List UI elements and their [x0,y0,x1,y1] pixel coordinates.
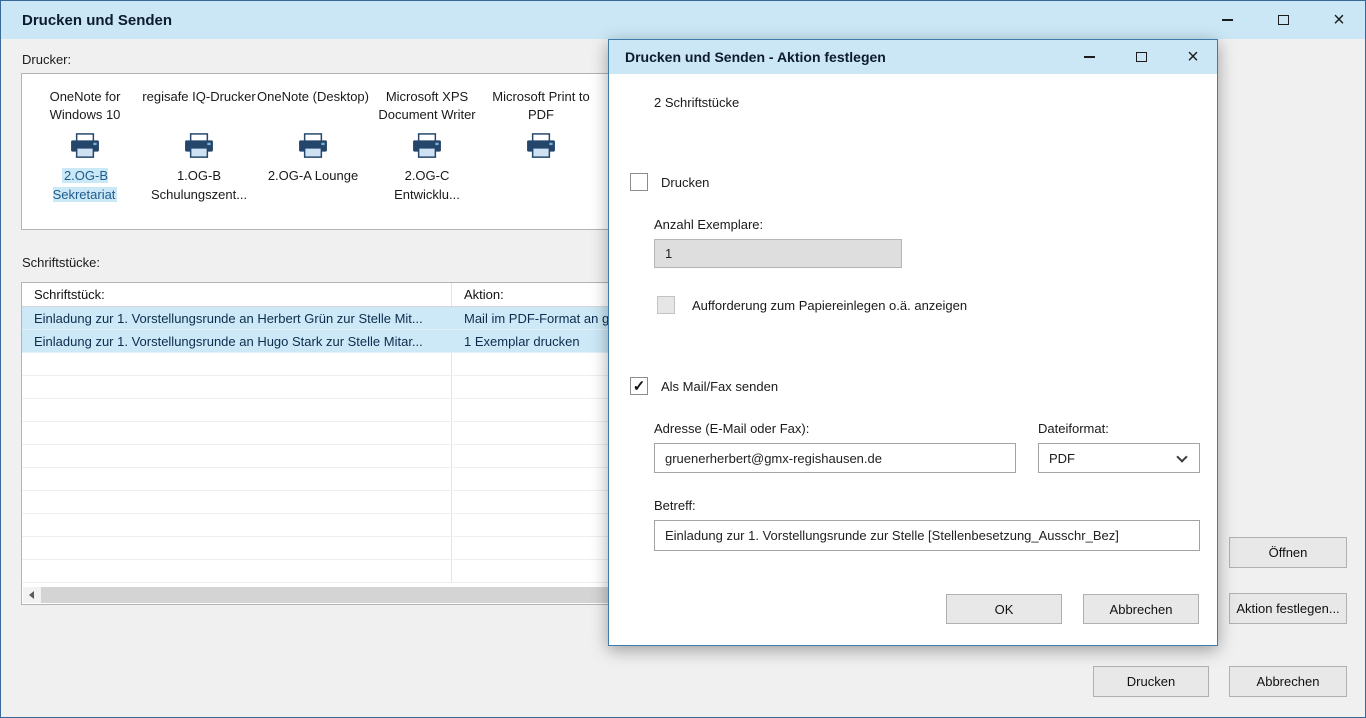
printer-name: regisafe IQ-Drucker [142,88,256,128]
maximize-icon [1136,52,1147,62]
mail-checkbox-label: Als Mail/Fax senden [661,379,778,394]
document-count: 2 Schriftstücke [654,95,739,110]
printer-location: 1.OG-B Schulungszent... [142,166,256,204]
cancel-button[interactable]: Abbrechen [1229,666,1347,697]
check-icon: ✓ [633,377,646,395]
print-checkbox-label: Drucken [661,175,709,190]
dialog-title: Drucken und Senden - Aktion festlegen [625,49,1081,65]
printer-name: Microsoft Print to PDF [484,88,598,128]
window-controls: × [1219,5,1357,35]
paper-prompt-checkbox [657,296,675,314]
maximize-button[interactable] [1275,5,1291,35]
dialog-close-button[interactable]: × [1185,42,1201,72]
printers-label: Drucker: [22,52,71,67]
dialog-window-controls: × [1081,42,1209,72]
window-title: Drucken und Senden [22,12,1219,29]
format-select[interactable]: PDF [1038,443,1200,473]
printer-location: 2.OG-C Entwicklu... [370,166,484,204]
printer-item[interactable]: Microsoft Print to PDF [484,88,598,229]
column-header-schriftstueck[interactable]: Schriftstück: [22,283,452,306]
scroll-left-icon [29,591,34,599]
action-dialog: Drucken und Senden - Aktion festlegen × … [608,39,1218,646]
format-selected-value: PDF [1049,451,1075,466]
main-window: Drucken und Senden × Drucker: OneNote fo… [0,0,1366,718]
mail-checkbox[interactable]: ✓ [630,377,648,395]
minimize-icon [1084,56,1095,58]
printer-name: Microsoft XPS Document Writer [370,88,484,128]
row-document: Einladung zur 1. Vorstellungsrunde an Hu… [22,330,452,352]
scroll-left-button[interactable] [23,587,39,603]
print-button[interactable]: Drucken [1093,666,1209,697]
printer-icon [411,133,443,159]
printer-item[interactable]: OneNote for Windows 10 2.OG-B Sekretaria… [28,88,142,229]
paper-prompt-label: Aufforderung zum Papiereinlegen o.ä. anz… [692,298,967,313]
address-input[interactable] [654,443,1016,473]
printer-name: OneNote for Windows 10 [28,88,142,128]
print-checkbox[interactable] [630,173,648,191]
copies-input [654,239,902,268]
format-label: Dateiformat: [1038,421,1109,436]
printer-item[interactable]: regisafe IQ-Drucker 1.OG-B Schulungszent… [142,88,256,229]
printer-icon [297,133,329,159]
open-button[interactable]: Öffnen [1229,537,1347,568]
dialog-body: 2 Schriftstücke Drucken Anzahl Exemplare… [609,74,1217,647]
main-titlebar: Drucken und Senden × [1,1,1365,39]
printer-icon [69,133,101,159]
printer-location: 2.OG-B Sekretariat [28,166,142,204]
documents-label: Schriftstücke: [22,255,100,270]
dialog-titlebar: Drucken und Senden - Aktion festlegen × [609,40,1217,74]
copies-label: Anzahl Exemplare: [654,217,763,232]
dialog-maximize-button[interactable] [1133,42,1149,72]
set-action-button[interactable]: Aktion festlegen... [1229,593,1347,624]
dialog-minimize-button[interactable] [1081,42,1097,72]
printer-location: 2.OG-A Lounge [256,166,370,185]
ok-button[interactable]: OK [946,594,1062,624]
subject-input[interactable] [654,520,1200,551]
subject-label: Betreff: [654,498,696,513]
printer-item[interactable]: OneNote (Desktop) 2.OG-A Lounge [256,88,370,229]
chevron-down-icon [1176,451,1187,462]
printer-item[interactable]: Microsoft XPS Document Writer 2.OG-C Ent… [370,88,484,229]
minimize-icon [1222,19,1233,21]
printer-name: OneNote (Desktop) [256,88,370,128]
printer-icon [525,133,557,159]
address-label: Adresse (E-Mail oder Fax): [654,421,809,436]
close-icon: × [1333,10,1345,30]
row-document: Einladung zur 1. Vorstellungsrunde an He… [22,307,452,329]
dialog-cancel-button[interactable]: Abbrechen [1083,594,1199,624]
close-button[interactable]: × [1331,5,1347,35]
minimize-button[interactable] [1219,5,1235,35]
printer-icon [183,133,215,159]
close-icon: × [1187,47,1199,67]
maximize-icon [1278,15,1289,25]
